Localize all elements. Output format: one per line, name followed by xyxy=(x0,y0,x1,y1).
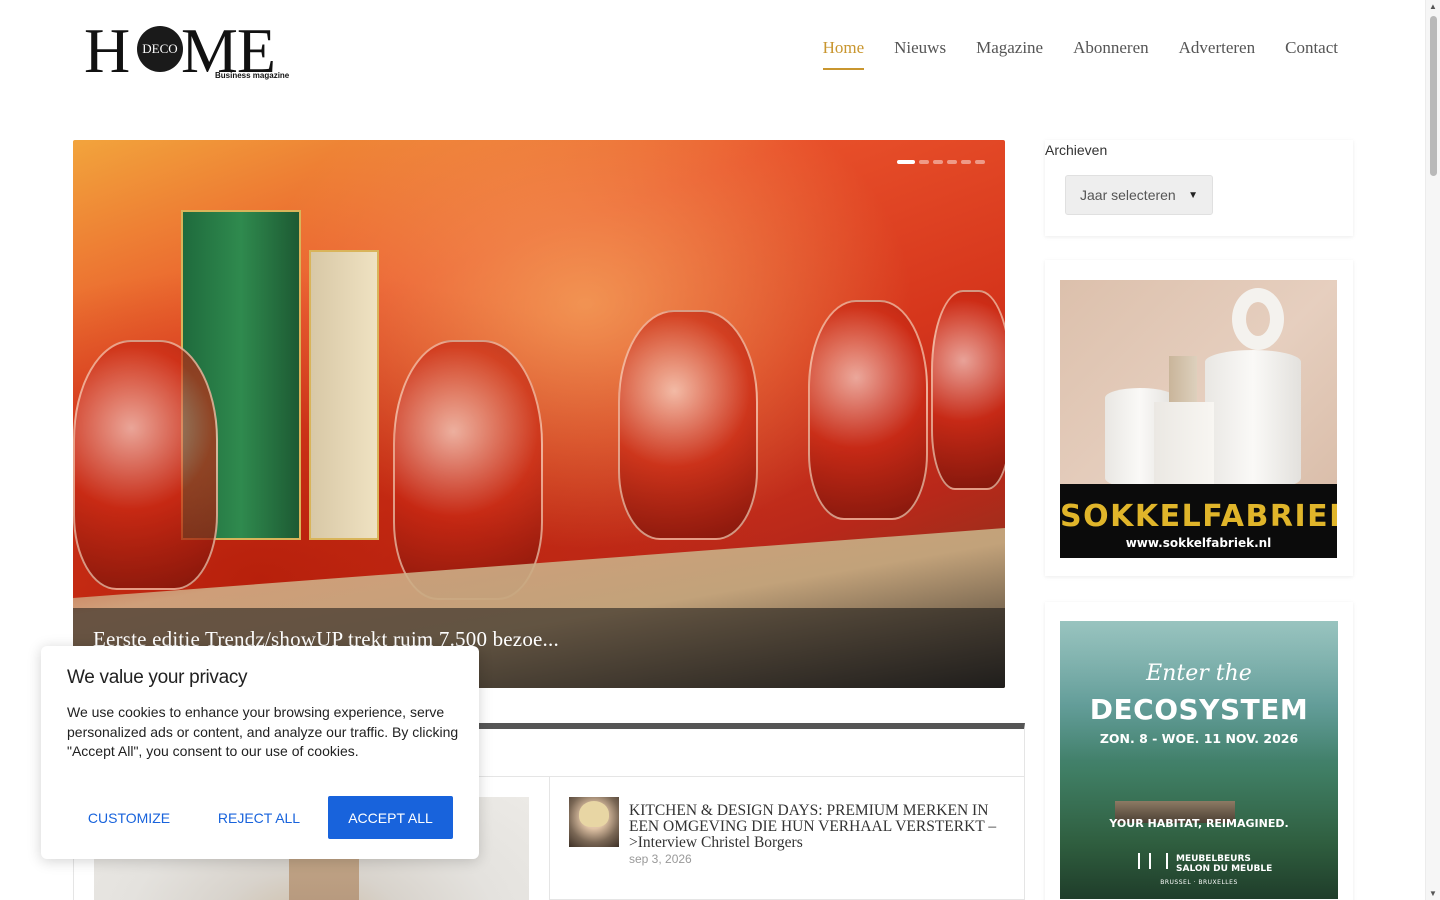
main-nav: Home Nieuws Magazine Abonneren Advertere… xyxy=(822,38,1338,70)
ad-dates: ZON. 8 - WOE. 11 NOV. 2026 xyxy=(1099,731,1299,746)
slider-photo-jar xyxy=(393,340,543,600)
nav-adverteren[interactable]: Adverteren xyxy=(1179,38,1255,70)
slider-dot[interactable] xyxy=(933,160,943,164)
cookie-customize-button[interactable]: CUSTOMIZE xyxy=(67,796,191,839)
slider-dot[interactable] xyxy=(947,160,957,164)
ad-decosystem-title: DECOSYSTEM xyxy=(1089,693,1309,726)
hero-slider[interactable]: Eerste editie Trendz/showUP trekt ruim 7… xyxy=(73,140,1005,688)
slider-dot[interactable] xyxy=(897,160,915,164)
ad-brand-name: SOKKELFABRIEK xyxy=(1060,499,1337,534)
slider-photo-jar xyxy=(931,290,1005,490)
slider-dot[interactable] xyxy=(961,160,971,164)
ad-tagline: YOUR HABITAT, REIMAGINED. xyxy=(1109,817,1289,830)
slider-photo-box-light xyxy=(309,250,379,540)
post-date: sep 3, 2026 xyxy=(629,852,692,866)
cookie-title: We value your privacy xyxy=(67,667,248,688)
slider-photo-jar xyxy=(618,310,758,540)
ad-fair-name: MEUBELBEURS SALON DU MEUBLE xyxy=(1176,854,1272,874)
ad-url: www.sokkelfabriek.nl xyxy=(1125,536,1272,550)
slider-dot[interactable] xyxy=(975,160,985,164)
logo-letter-h: H xyxy=(84,15,130,86)
scrollbar-thumb[interactable] xyxy=(1430,16,1437,176)
news-box-divider xyxy=(549,777,550,900)
slider-photo-jar xyxy=(808,300,928,520)
nav-contact[interactable]: Contact xyxy=(1285,38,1338,70)
ad-fair-line1: MEUBELBEURS xyxy=(1176,854,1251,864)
ad-city: BRUSSEL · BRUXELLES xyxy=(1160,879,1238,886)
ad-stone-object xyxy=(1169,356,1197,402)
archive-select-value: Jaar selecteren xyxy=(1080,187,1176,203)
cookie-accept-button[interactable]: ACCEPT ALL xyxy=(328,796,453,839)
archive-widget: Archieven Jaar selecteren ▼ xyxy=(1045,140,1353,236)
scroll-up-arrow-icon[interactable]: ▲ xyxy=(1429,2,1437,11)
logo-deco-text: DECO xyxy=(142,41,178,56)
meubelbeurs-logo-icon xyxy=(1138,853,1168,869)
page-scrollbar[interactable]: ▲ ▼ xyxy=(1425,0,1440,900)
archive-title: Archieven xyxy=(1045,142,1108,158)
slider-dots xyxy=(897,160,985,164)
thumbnail-portrait xyxy=(579,801,609,827)
ad-pedestal-cube xyxy=(1154,402,1214,487)
post-thumbnail[interactable] xyxy=(569,797,619,847)
cookie-text: We use cookies to enhance your browsing … xyxy=(67,704,459,759)
scroll-down-arrow-icon[interactable]: ▼ xyxy=(1429,889,1437,898)
ad-widget-decosystem: Enter the DECOSYSTEM ZON. 8 - WOE. 11 NO… xyxy=(1045,602,1353,900)
chevron-down-icon: ▼ xyxy=(1188,189,1198,201)
post-title[interactable]: KITCHEN & DESIGN DAYS: PREMIUM MERKEN IN… xyxy=(629,803,999,851)
ad-enter-text: Enter the xyxy=(1146,661,1252,686)
nav-abonneren[interactable]: Abonneren xyxy=(1073,38,1149,70)
ad-widget-sokkelfabriek: SOKKELFABRIEK www.sokkelfabriek.nl xyxy=(1045,260,1353,576)
ad-banner-sokkelfabriek[interactable]: SOKKELFABRIEK www.sokkelfabriek.nl xyxy=(1060,280,1337,558)
logo-subtitle: Business magazine xyxy=(215,71,290,80)
archive-year-select[interactable]: Jaar selecteren ▼ xyxy=(1065,175,1213,215)
cookie-reject-button[interactable]: REJECT ALL xyxy=(197,796,321,839)
ad-ring-vase xyxy=(1232,288,1284,350)
nav-home[interactable]: Home xyxy=(822,38,865,70)
ad-pedestal-large xyxy=(1205,350,1301,490)
page: H DECO ME Business magazine Home Nieuws … xyxy=(0,0,1440,900)
ad-banner-decosystem[interactable]: Enter the DECOSYSTEM ZON. 8 - WOE. 11 NO… xyxy=(1060,621,1338,899)
nav-magazine[interactable]: Magazine xyxy=(976,38,1043,70)
nav-nieuws[interactable]: Nieuws xyxy=(894,38,946,70)
slider-dot[interactable] xyxy=(919,160,929,164)
cookie-consent-dialog: We value your privacy We use cookies to … xyxy=(41,646,479,859)
ad-fair-line2: SALON DU MEUBLE xyxy=(1176,864,1273,874)
slider-photo-jar xyxy=(73,340,218,590)
logo-circle: DECO xyxy=(137,26,183,72)
site-logo[interactable]: H DECO ME Business magazine xyxy=(84,15,289,86)
